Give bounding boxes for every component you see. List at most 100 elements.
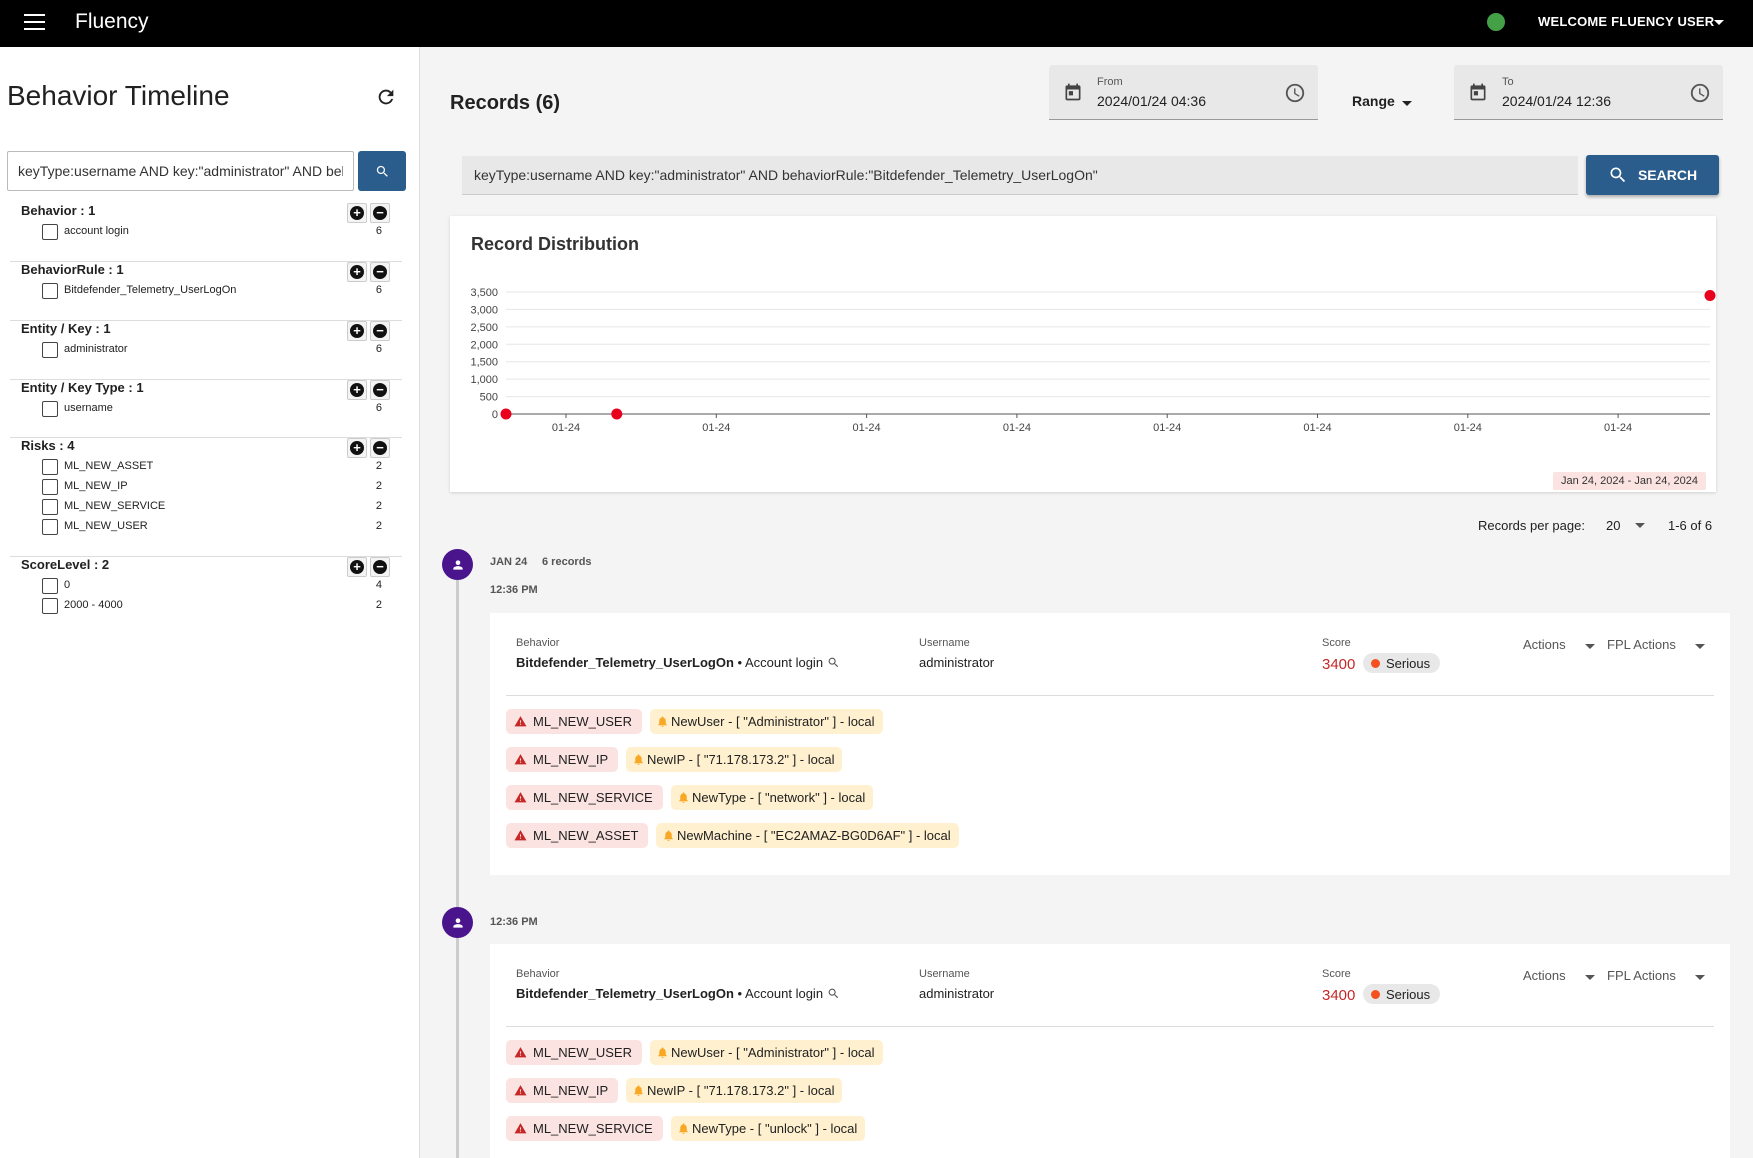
facet-item[interactable]: 2000 - 4000 2 [42, 597, 398, 615]
risk-event-tag[interactable]: NewMachine - [ "EC2AMAZ-BG0D6AF" ] - loc… [656, 823, 959, 848]
clock-icon[interactable] [1689, 82, 1711, 104]
include-button[interactable]: + [347, 262, 367, 282]
facet-item[interactable]: ML_NEW_ASSET 2 [42, 458, 398, 476]
minus-circle-icon: − [373, 206, 387, 220]
risk-tag[interactable]: ML_NEW_IP [506, 747, 619, 772]
exclude-button[interactable]: − [370, 438, 390, 458]
fpl-actions-menu[interactable]: FPL Actions [1607, 637, 1676, 652]
facet-checkbox[interactable] [42, 519, 58, 535]
risk-tag[interactable]: ML_NEW_USER [506, 1040, 642, 1065]
facet-checkbox[interactable] [42, 499, 58, 515]
risk-event-tag[interactable]: NewUser - [ "Administrator" ] - local [650, 1040, 883, 1065]
facet-item[interactable]: Bitdefender_Telemetry_UserLogOn 6 [42, 282, 398, 300]
facet-checkbox[interactable] [42, 342, 58, 358]
facet-item[interactable]: account login 6 [42, 223, 398, 241]
risk-event-tag[interactable]: NewIP - [ "71.178.173.2" ] - local [626, 747, 843, 772]
search-icon[interactable] [827, 987, 840, 1000]
facet-checkbox[interactable] [42, 224, 58, 240]
facet-item-label: ML_NEW_USER [64, 520, 148, 532]
exclude-button[interactable]: − [370, 321, 390, 341]
actions-menu[interactable]: Actions [1523, 637, 1566, 652]
chevron-down-icon[interactable] [1585, 644, 1595, 649]
facet-item[interactable]: 04 [42, 577, 398, 595]
facet-item[interactable]: username 6 [42, 400, 398, 418]
fpl-actions-menu[interactable]: FPL Actions [1607, 968, 1676, 983]
facet-checkbox[interactable] [42, 479, 58, 495]
behavior-rule[interactable]: Bitdefender_Telemetry_UserLogOn [516, 986, 734, 1001]
risk-event-tag[interactable]: NewType - [ "network" ] - local [671, 785, 874, 810]
risk-tag[interactable]: ML_NEW_ASSET [506, 823, 649, 848]
chevron-down-icon[interactable] [1635, 523, 1645, 528]
risk-tag[interactable]: ML_NEW_SERVICE [506, 1116, 663, 1141]
x-tick-label: 01-24 [1153, 422, 1181, 434]
record-card: Behavior Bitdefender_Telemetry_UserLogOn … [490, 944, 1730, 1158]
behavior-rule[interactable]: Bitdefender_Telemetry_UserLogOn [516, 655, 734, 670]
score-label: Score [1322, 968, 1351, 980]
x-tick-label: 01-24 [853, 422, 881, 434]
sidebar-search-button[interactable] [358, 151, 406, 191]
sidebar-search-input[interactable] [7, 151, 354, 191]
facet-item-count: 2 [375, 599, 382, 611]
range-dropdown[interactable]: Range [1352, 93, 1395, 109]
search-icon[interactable] [827, 656, 840, 669]
facet-item[interactable]: ML_NEW_IP 2 [42, 478, 398, 496]
minus-circle-icon: − [373, 383, 387, 397]
chevron-down-icon[interactable] [1402, 101, 1412, 106]
bell-icon [634, 754, 643, 765]
facet-checkbox[interactable] [42, 578, 58, 594]
plus-circle-icon: + [350, 265, 364, 279]
risk-name: ML_NEW_IP [533, 752, 609, 767]
include-button[interactable]: + [347, 321, 367, 341]
records-per-page-select[interactable]: 20 [1606, 518, 1620, 533]
risk-event-tag[interactable]: NewType - [ "unlock" ] - local [671, 1116, 866, 1141]
facet-item[interactable]: ML_NEW_SERVICE 2 [42, 498, 398, 516]
to-date-field[interactable]: To 2024/01/24 12:36 [1454, 65, 1723, 120]
refresh-icon[interactable] [375, 86, 397, 108]
to-value: 2024/01/24 12:36 [1502, 93, 1611, 109]
facet-checkbox[interactable] [42, 598, 58, 614]
facet-item-label: 0 [64, 579, 71, 591]
risk-event-tag[interactable]: NewUser - [ "Administrator" ] - local [650, 709, 883, 734]
risk-event-text: NewIP - [ "71.178.173.2" ] - local [647, 752, 835, 767]
risk-tag[interactable]: ML_NEW_IP [506, 1078, 619, 1103]
bell-icon [634, 1085, 643, 1096]
risk-event-tag[interactable]: NewIP - [ "71.178.173.2" ] - local [626, 1078, 843, 1103]
from-date-field[interactable]: From 2024/01/24 04:36 [1049, 65, 1318, 120]
search-button[interactable]: SEARCH [1586, 155, 1719, 195]
facet-checkbox[interactable] [42, 459, 58, 475]
risk-tag[interactable]: ML_NEW_SERVICE [506, 785, 663, 810]
x-tick-label: 01-24 [1303, 422, 1331, 434]
chevron-down-icon[interactable] [1585, 975, 1595, 980]
facet-item-label: ML_NEW_ASSET [64, 460, 154, 472]
risk-tag[interactable]: ML_NEW_USER [506, 709, 642, 734]
chevron-down-icon[interactable] [1714, 20, 1724, 25]
chevron-down-icon[interactable] [1695, 975, 1705, 980]
record-time: 12:36 PM [490, 916, 538, 928]
include-button[interactable]: + [347, 438, 367, 458]
facet-item-count: 6 [375, 284, 382, 296]
score-label: Score [1322, 637, 1351, 649]
clock-icon[interactable] [1284, 82, 1306, 104]
include-button[interactable]: + [347, 203, 367, 223]
main-search-input[interactable] [462, 156, 1578, 195]
include-button[interactable]: + [347, 380, 367, 400]
behavior-name: • Account login [733, 986, 824, 1001]
facet-group: ScoreLevel : 2 + −0 4 2000 - 4000 2 [10, 557, 402, 617]
facet-checkbox[interactable] [42, 401, 58, 417]
chevron-down-icon[interactable] [1695, 644, 1705, 649]
include-button[interactable]: + [347, 557, 367, 577]
menu-icon[interactable] [24, 14, 45, 32]
risk-name: ML_NEW_SERVICE [533, 790, 653, 805]
exclude-button[interactable]: − [370, 557, 390, 577]
exclude-button[interactable]: − [370, 203, 390, 223]
facet-checkbox[interactable] [42, 283, 58, 299]
facet-item[interactable]: ML_NEW_USER 2 [42, 518, 398, 536]
user-menu[interactable]: WELCOME FLUENCY USER [1538, 14, 1714, 29]
y-tick-label: 0 [492, 409, 498, 421]
exclude-button[interactable]: − [370, 380, 390, 400]
facet-item[interactable]: administrator 6 [42, 341, 398, 359]
behavior-name: • Account login [733, 655, 824, 670]
actions-menu[interactable]: Actions [1523, 968, 1566, 983]
risk-event-text: NewType - [ "unlock" ] - local [692, 1121, 858, 1136]
exclude-button[interactable]: − [370, 262, 390, 282]
